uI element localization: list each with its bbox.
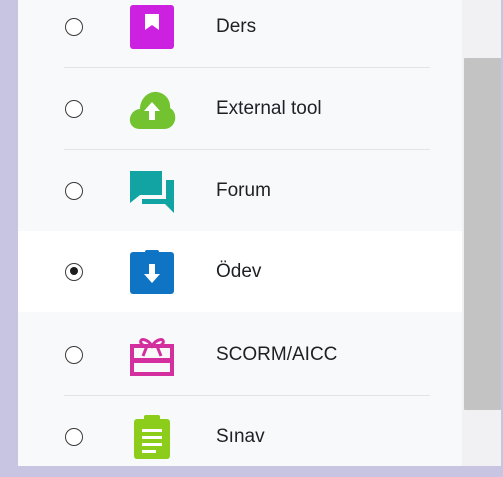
activity-option-sinav[interactable]: Sınav [18, 396, 462, 477]
quiz-icon [128, 413, 176, 461]
activity-label: Forum [216, 179, 271, 201]
activity-label: Sınav [216, 425, 265, 447]
activity-option-ders[interactable]: Ders [18, 0, 462, 67]
scorm-icon [128, 331, 176, 379]
radio-odev[interactable] [65, 262, 83, 281]
activity-label: Ders [216, 15, 257, 37]
activity-option-scorm[interactable]: SCORM/AICC [18, 314, 462, 395]
activity-option-external-tool[interactable]: External tool [18, 68, 462, 149]
radio-forum[interactable] [65, 181, 83, 200]
assignment-icon [128, 248, 176, 296]
lesson-icon [128, 3, 176, 51]
scrollbar-thumb[interactable] [464, 58, 501, 410]
activity-label: External tool [216, 97, 322, 119]
activity-chooser-list: Ders External tool Forum Ödev SCORM/AICC… [18, 0, 462, 466]
radio-selected-dot [69, 267, 78, 275]
external-tool-icon [128, 85, 176, 133]
radio-scorm[interactable] [65, 345, 83, 364]
forum-icon [128, 167, 176, 215]
activity-option-odev[interactable]: Ödev [18, 231, 462, 312]
radio-external-tool[interactable] [65, 99, 83, 118]
activity-option-forum[interactable]: Forum [18, 150, 462, 231]
radio-sinav[interactable] [65, 427, 83, 446]
activity-label: Ödev [216, 260, 262, 282]
radio-ders[interactable] [65, 17, 83, 36]
activity-label: SCORM/AICC [216, 343, 338, 365]
